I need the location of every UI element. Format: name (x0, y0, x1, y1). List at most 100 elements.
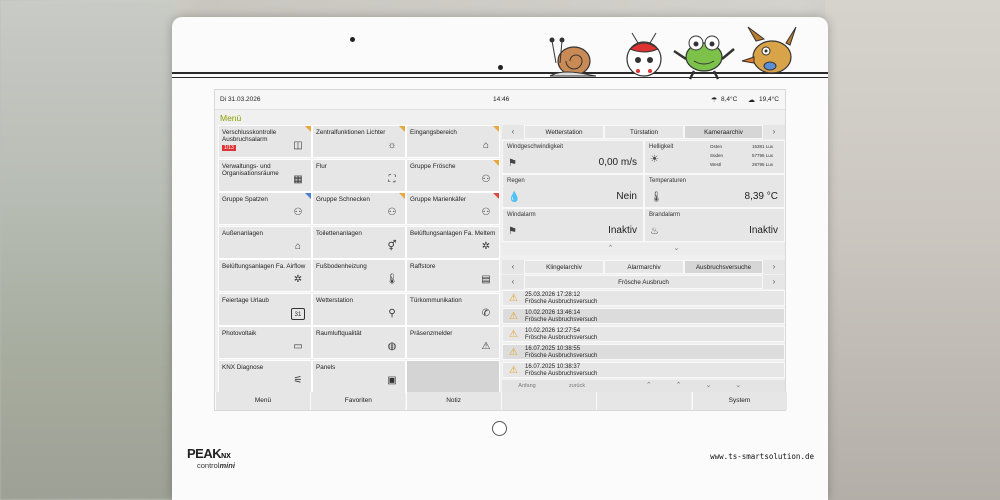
rain-panel[interactable]: Regen 💧 Nein (502, 174, 644, 208)
menu-tile[interactable]: Raffstore ▤ (406, 259, 500, 292)
menu-tile-label: Zentralfunktionen Lichter (316, 129, 386, 136)
brightness-panel[interactable]: Helligkeit ☀ Osten 15381 Lux Süden 57795 L… (644, 140, 785, 174)
scroll-down-icon[interactable]: ⌄ (674, 245, 680, 252)
menu-tile-label: Gruppe Spatzen (222, 196, 268, 203)
wind-sock-icon: ⚑ (508, 158, 517, 169)
menu-tile-label: Wetterstation (316, 296, 353, 304)
warning-icon: ⚠ (509, 311, 518, 322)
alarm-row[interactable]: ⚠ 10.02.2026 12:27:54 Frösche Ausbruchsver… (502, 326, 785, 342)
alarm-text: Frösche Ausbruchsversuch (525, 353, 598, 359)
tab-kameraarchiv[interactable]: Kameraarchiv (684, 125, 763, 139)
menu-tile[interactable]: Gruppe Spatzen ⚇ (218, 192, 312, 225)
menu-tile[interactable]: Eingangsbereich ⌂ (406, 125, 500, 158)
outdoor-icon: ⌂ (294, 240, 302, 252)
menu-tile-label: Raffstore (410, 263, 436, 270)
bottom-nav-button[interactable]: Favoriten (310, 392, 406, 410)
menu-tile[interactable]: Wetterstation ⚲ (312, 292, 406, 326)
bottom-nav-button[interactable]: Menü (215, 392, 310, 410)
archive-scroll-up-icon[interactable]: ⌃ (646, 382, 652, 389)
menu-tile[interactable]: Panels ▣ (312, 359, 406, 393)
alarm-timestamp: 16.07.2025 10:38:37 (525, 364, 581, 370)
menu-tile[interactable]: Gruppe Frösche ⚇ (406, 158, 500, 192)
archive-next-arrow-icon[interactable]: › (763, 260, 785, 274)
touch-panel-device: Di 31.03.2026 14:46 ☂ 8,4°C ☁ 19,4°C Men… (172, 17, 828, 500)
wind-speed-panel[interactable]: Windgeschwindigkeit ⚑ 0,00 m/s (502, 140, 644, 174)
fire-alarm-panel[interactable]: Brandalarm ♨ Inaktiv (644, 208, 785, 242)
alarm-timestamp: 10.02.2026 13:46:14 (525, 310, 581, 316)
status-bar: Di 31.03.2026 14:46 ☂ 8,4°C ☁ 19,4°C (215, 90, 785, 110)
rain-value: Nein (616, 191, 637, 202)
alarm-row[interactable]: ⚠ 16.07.2025 10:38:37 Frösche Ausbruchsver… (502, 362, 785, 378)
background-left (0, 0, 175, 500)
menu-tile[interactable]: Belüftungsanlagen Fa. Airflow ✲ (218, 259, 312, 292)
favorite-flag-icon (305, 126, 311, 132)
tab-next-arrow-icon[interactable]: › (763, 125, 785, 139)
archive-scroll-down-icon[interactable]: ⌄ (705, 382, 711, 389)
archive-scroll-up-icon[interactable]: ⌃ (676, 382, 682, 389)
menu-tile[interactable]: KNX Diagnose ⚟ (218, 359, 312, 393)
lux-east: Osten 15381 Lux (710, 144, 773, 149)
alarm-row[interactable]: ⚠ 10.02.2026 13:46:14 Frösche Ausbruchsver… (502, 308, 785, 324)
wind-speed-value: 0,00 m/s (598, 157, 637, 168)
rain-drops-icon: 💧 (508, 192, 521, 203)
menu-tile[interactable]: Feiertage Urlaub 31 (218, 292, 312, 326)
mascot-illustration (549, 26, 797, 80)
subtitle-next-arrow-icon[interactable]: › (763, 275, 785, 289)
archive-prev-arrow-icon[interactable]: ‹ (502, 260, 524, 274)
bottom-nav-button[interactable] (500, 392, 596, 410)
menu-tile[interactable]: Verwaltungs- und Organisationsräume ▦ (218, 158, 312, 192)
menu-tile[interactable]: Verschlusskontrolle Ausbruchsalarm 1/13 ◫ (218, 125, 312, 158)
flame-icon: ♨ (650, 226, 659, 237)
house-icon: ⌂ (482, 140, 490, 151)
archive-tab-bar: ‹ Klingelarchiv Alarmarchiv Ausbruchsver… (502, 260, 785, 274)
humidity-icon: ☂ (711, 97, 718, 104)
alarm-text: Frösche Ausbruchsversuch (525, 371, 598, 377)
temperature-value: 8,39 °C (744, 191, 778, 202)
favorite-flag-icon (399, 193, 405, 199)
menu-tile[interactable]: Gruppe Marienkäfer ⚇ (406, 192, 500, 225)
menu-tile[interactable]: Belüftungsanlagen Fa. Meltem ✲ (406, 225, 500, 259)
bottom-nav-button[interactable]: System (691, 392, 787, 410)
temperature-panel[interactable]: Temperaturen 🌡 8,39 °C (644, 174, 785, 208)
alarm-text: Frösche Ausbruchsversuch (525, 317, 598, 323)
door-icon: ◫ (293, 140, 303, 151)
alarm-row[interactable]: ⚠ 25.03.2026 17:28:12 Frösche Ausbruchsver… (502, 290, 785, 306)
menu-tile[interactable]: Photovoltaik ▭ (218, 326, 312, 359)
menu-tile-label: Fußbodenheizung (316, 263, 367, 270)
favorite-flag-icon (493, 159, 499, 166)
camera-dot (350, 37, 355, 42)
menu-tile-label: KNX Diagnose (222, 363, 264, 371)
weather-scroll-nav: ⌃ ⌄ (502, 243, 785, 255)
air-quality-icon: ◍ (387, 341, 397, 352)
favorite-flag-icon (493, 193, 499, 199)
snail-icon (549, 37, 597, 77)
tab-tuerstation[interactable]: Türstation (604, 125, 684, 139)
tab-ausbruchsversuche[interactable]: Ausbruchsversuche (684, 260, 763, 274)
wind-alarm-panel[interactable]: Windalarm ⚑ Inaktiv (502, 208, 644, 242)
tab-alarmarchiv[interactable]: Alarmarchiv (604, 260, 684, 274)
tab-klingelarchiv[interactable]: Klingelarchiv (524, 260, 604, 274)
menu-tile[interactable]: Präsenzmelder ⚠ (406, 326, 500, 359)
menu-tile[interactable]: Gruppe Schnecken ⚇ (312, 192, 406, 225)
archive-scroll-down-icon[interactable]: ⌄ (735, 382, 741, 389)
subtitle-prev-arrow-icon[interactable]: ‹ (502, 275, 524, 289)
background-right (825, 0, 1000, 500)
tab-prev-arrow-icon[interactable]: ‹ (502, 125, 524, 139)
menu-tile[interactable]: Türkommunikation ✆ (406, 292, 500, 326)
menu-tile[interactable]: Raumluftqualität ◍ (312, 326, 406, 359)
bottom-nav-button[interactable]: Notiz (405, 392, 501, 410)
bottom-nav-button[interactable] (596, 392, 692, 410)
home-button[interactable] (492, 421, 507, 436)
menu-tile[interactable]: Fußbodenheizung 🌡 (312, 259, 406, 292)
peak-nx-logo: PEAKNX controlmini (187, 446, 235, 470)
tab-wetterstation[interactable]: Wetterstation (524, 125, 604, 139)
rain-label: Regen (507, 178, 525, 184)
menu-tile[interactable]: Flur ⛶ (312, 158, 406, 192)
menu-tile[interactable]: Außenanlagen ⌂ (218, 225, 312, 259)
menu-tile[interactable]: Toilettenanlagen ⚥ (312, 225, 406, 259)
scroll-up-icon[interactable]: ⌃ (608, 245, 614, 252)
menu-tile[interactable]: Zentralfunktionen Lichter ☼ (312, 125, 406, 158)
archive-back-button[interactable]: zurück (552, 380, 602, 392)
archive-first-button[interactable]: Anfang (502, 380, 552, 392)
alarm-row[interactable]: ⚠ 16.07.2025 10:38:55 Frösche Ausbruchsver… (502, 344, 785, 360)
